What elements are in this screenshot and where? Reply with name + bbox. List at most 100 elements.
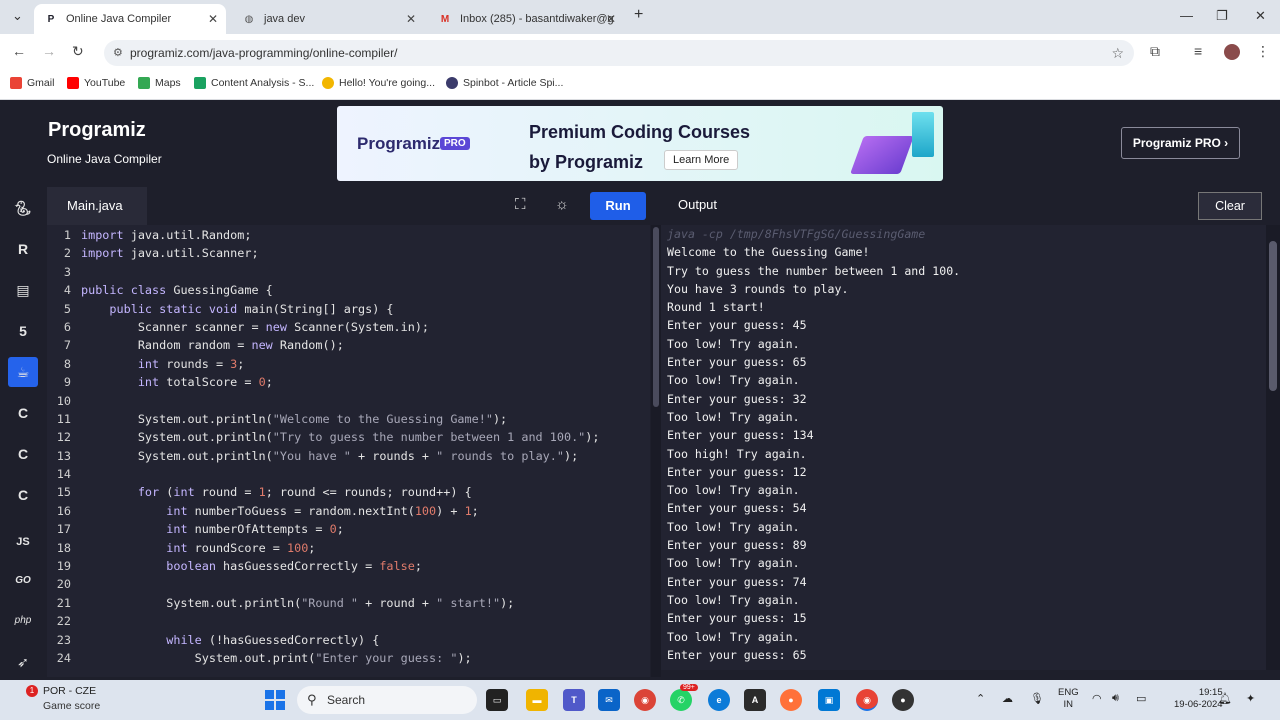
- code-line[interactable]: 14: [47, 465, 650, 483]
- code-line[interactable]: 11 System.out.println("Welcome to the Gu…: [47, 410, 650, 428]
- sql-database-icon[interactable]: ▤: [8, 275, 38, 305]
- url-input[interactable]: ⚙ programiz.com/java-programming/online-…: [104, 40, 1134, 66]
- site-info-icon[interactable]: ⚙: [113, 40, 123, 66]
- bookmark-hello[interactable]: Hello! You're going...: [322, 77, 435, 89]
- code-lines[interactable]: 1 import java.util.Random; 2 import java.ut…: [47, 225, 650, 667]
- code-line[interactable]: 1 import java.util.Random;: [47, 226, 650, 244]
- editor-scrollbar[interactable]: [651, 225, 661, 677]
- maximize-icon[interactable]: ❐: [1216, 8, 1228, 24]
- file-tab-main-java[interactable]: Main.java: [47, 187, 147, 225]
- file-explorer-icon[interactable]: ▬: [526, 689, 548, 711]
- microphone-icon[interactable]: 🎙︎: [1030, 692, 1044, 705]
- c-language-icon[interactable]: C: [8, 398, 38, 428]
- code-line[interactable]: 13 System.out.println("You have " + roun…: [47, 447, 650, 465]
- bookmark-content-analysis[interactable]: Content Analysis - S...: [194, 77, 314, 89]
- firefox-icon[interactable]: ●: [780, 689, 802, 711]
- volume-icon[interactable]: 🔊︎: [1112, 692, 1119, 705]
- tray-chevron-icon[interactable]: ⌃: [976, 692, 985, 705]
- php-icon[interactable]: php: [8, 605, 38, 635]
- tab-online-java-compiler[interactable]: P Online Java Compiler ✕: [34, 4, 226, 34]
- bookmark-star-icon[interactable]: ☆: [1111, 40, 1124, 66]
- code-line[interactable]: 23 while (!hasGuessedCorrectly) {: [47, 631, 650, 649]
- java-icon[interactable]: ☕︎: [8, 357, 38, 387]
- code-line[interactable]: 24 System.out.print("Enter your guess: "…: [47, 649, 650, 667]
- code-line[interactable]: 10: [47, 392, 650, 410]
- chrome-active-icon[interactable]: ◉: [856, 689, 878, 711]
- wifi-icon[interactable]: ◠: [1092, 692, 1102, 705]
- editor-scroll-thumb[interactable]: [653, 227, 659, 407]
- code-line[interactable]: 9 int totalScore = 0;: [47, 373, 650, 391]
- forward-icon[interactable]: →: [42, 43, 56, 59]
- theme-toggle-sun-icon[interactable]: ☼: [555, 196, 569, 213]
- chrome-icon[interactable]: ◉: [634, 689, 656, 711]
- teams-icon[interactable]: T: [563, 689, 585, 711]
- app-icon[interactable]: ●: [892, 689, 914, 711]
- onedrive-icon[interactable]: ☁: [1002, 692, 1013, 705]
- widgets-news[interactable]: 1 POR - CZE Game score: [26, 685, 100, 712]
- clear-button[interactable]: Clear: [1198, 192, 1262, 220]
- programiz-pro-button[interactable]: Programiz PRO ›: [1121, 127, 1240, 159]
- code-line[interactable]: 17 int numberOfAttempts = 0;: [47, 520, 650, 538]
- cpp-icon[interactable]: C: [8, 439, 38, 469]
- tab-java-dev[interactable]: ◍ java dev ✕: [232, 4, 424, 34]
- code-line[interactable]: 6 Scanner scanner = new Scanner(System.i…: [47, 318, 650, 336]
- fullscreen-icon[interactable]: ⛶: [515, 196, 526, 213]
- input-language[interactable]: ENG IN: [1058, 687, 1079, 711]
- back-icon[interactable]: ←: [12, 43, 26, 59]
- reload-icon[interactable]: ↻: [72, 43, 84, 60]
- programiz-logo[interactable]: Programiz: [48, 119, 146, 142]
- code-line[interactable]: 22: [47, 612, 650, 630]
- notification-bell-icon[interactable]: 🔔︎: [1218, 692, 1232, 705]
- run-button[interactable]: Run: [590, 192, 646, 220]
- code-line[interactable]: 15 for (int round = 1; round <= rounds; …: [47, 483, 650, 501]
- menu-icon[interactable]: ⋮: [1256, 43, 1270, 60]
- taskbar-search-input[interactable]: ⚲ Search: [297, 686, 477, 714]
- bookmark-youtube[interactable]: YouTube: [67, 77, 125, 89]
- profile-avatar[interactable]: [1224, 44, 1240, 60]
- bookmark-spinbot[interactable]: Spinbot - Article Spi...: [446, 77, 563, 89]
- reading-list-icon[interactable]: ≡: [1194, 43, 1202, 59]
- new-tab-icon[interactable]: +: [634, 6, 643, 24]
- bookmark-maps[interactable]: Maps: [138, 77, 181, 89]
- promo-banner[interactable]: Programiz PRO Premium Coding Courses by …: [337, 106, 943, 181]
- whatsapp-icon[interactable]: ✆: [670, 689, 692, 711]
- output-scroll-thumb[interactable]: [1269, 241, 1277, 391]
- code-line[interactable]: 18 int roundScore = 100;: [47, 539, 650, 557]
- battery-icon[interactable]: ▭: [1136, 692, 1146, 705]
- learn-more-button[interactable]: Learn More: [664, 150, 739, 170]
- tab-search-icon[interactable]: ⌄: [12, 8, 23, 24]
- code-line[interactable]: 8 int rounds = 3;: [47, 355, 650, 373]
- javascript-icon[interactable]: JS: [8, 527, 38, 557]
- code-line[interactable]: 3: [47, 263, 650, 281]
- close-window-icon[interactable]: ✕: [1255, 8, 1266, 24]
- code-line[interactable]: 21 System.out.println("Round " + round +…: [47, 594, 650, 612]
- output-scrollbar[interactable]: [1266, 225, 1280, 670]
- code-line[interactable]: 12 System.out.println("Try to guess the …: [47, 428, 650, 446]
- csharp-icon[interactable]: C: [8, 480, 38, 510]
- r-language-icon[interactable]: R: [8, 234, 38, 264]
- code-line[interactable]: 5 public static void main(String[] args)…: [47, 300, 650, 318]
- extensions-icon[interactable]: ⧉: [1150, 43, 1160, 60]
- tab-inbox[interactable]: M Inbox (285) - basantdiwaker@g ✕: [428, 4, 624, 34]
- swift-icon[interactable]: ➶: [8, 647, 38, 677]
- edge-icon[interactable]: e: [708, 689, 730, 711]
- system-clock[interactable]: 19:15 19-06-2024: [1174, 687, 1223, 711]
- output-console[interactable]: java -cp /tmp/8FhsVTFgSG/GuessingGame We…: [661, 225, 1266, 670]
- code-editor[interactable]: 1 import java.util.Random; 2 import java.ut…: [47, 225, 650, 677]
- store-icon[interactable]: ▣: [818, 689, 840, 711]
- code-line[interactable]: 2 import java.util.Scanner;: [47, 244, 650, 262]
- close-tab-icon[interactable]: ✕: [208, 12, 218, 26]
- code-line[interactable]: 7 Random random = new Random();: [47, 336, 650, 354]
- windows-start-icon[interactable]: [265, 690, 285, 710]
- task-view-icon[interactable]: ▭: [486, 689, 508, 711]
- go-icon[interactable]: GO: [8, 565, 38, 595]
- code-line[interactable]: 4 public class GuessingGame {: [47, 281, 650, 299]
- close-tab-icon[interactable]: ✕: [406, 12, 416, 26]
- mail-icon[interactable]: ✉: [598, 689, 620, 711]
- minimize-icon[interactable]: —: [1180, 8, 1193, 23]
- python-icon[interactable]: 🐍︎: [8, 193, 38, 223]
- code-line[interactable]: 19 boolean hasGuessedCorrectly = false;: [47, 557, 650, 575]
- code-line[interactable]: 20: [47, 575, 650, 593]
- adobe-icon[interactable]: A: [744, 689, 766, 711]
- close-tab-icon[interactable]: ✕: [606, 12, 616, 26]
